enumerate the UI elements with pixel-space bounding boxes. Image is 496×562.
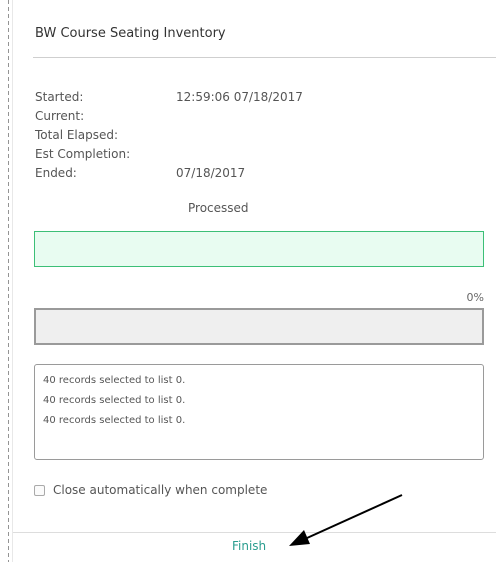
processed-progress-bar (34, 231, 484, 267)
close-automatically-label[interactable]: Close automatically when complete (53, 483, 267, 497)
secondary-progress-bar (34, 308, 484, 345)
secondary-progress-percent: 0% (466, 291, 484, 304)
log-line: 40 records selected to list 0. (43, 415, 186, 426)
log-output-box[interactable]: 40 records selected to list 0. 40 record… (34, 364, 484, 460)
est-completion-label: Est Completion: (35, 147, 131, 161)
screenshot-stage: BW Course Seating Inventory Started: 12:… (0, 0, 496, 562)
started-label: Started: (35, 90, 84, 104)
current-label: Current: (35, 109, 85, 123)
started-value: 12:59:06 07/18/2017 (176, 90, 303, 104)
total-elapsed-label: Total Elapsed: (35, 128, 119, 142)
ended-label: Ended: (35, 166, 77, 180)
processed-label: Processed (188, 201, 249, 215)
window-edge-divider (8, 0, 9, 562)
dialog-title: BW Course Seating Inventory (35, 26, 226, 41)
footer-divider (13, 532, 496, 533)
close-automatically-option[interactable]: Close automatically when complete (34, 482, 267, 498)
close-automatically-checkbox[interactable] (34, 484, 45, 496)
log-line: 40 records selected to list 0. (43, 395, 186, 406)
title-divider (33, 57, 496, 58)
finish-button[interactable]: Finish (228, 539, 270, 553)
job-progress-dialog: BW Course Seating Inventory Started: 12:… (12, 0, 496, 562)
log-line: 40 records selected to list 0. (43, 375, 186, 386)
ended-value: 07/18/2017 (176, 166, 246, 180)
